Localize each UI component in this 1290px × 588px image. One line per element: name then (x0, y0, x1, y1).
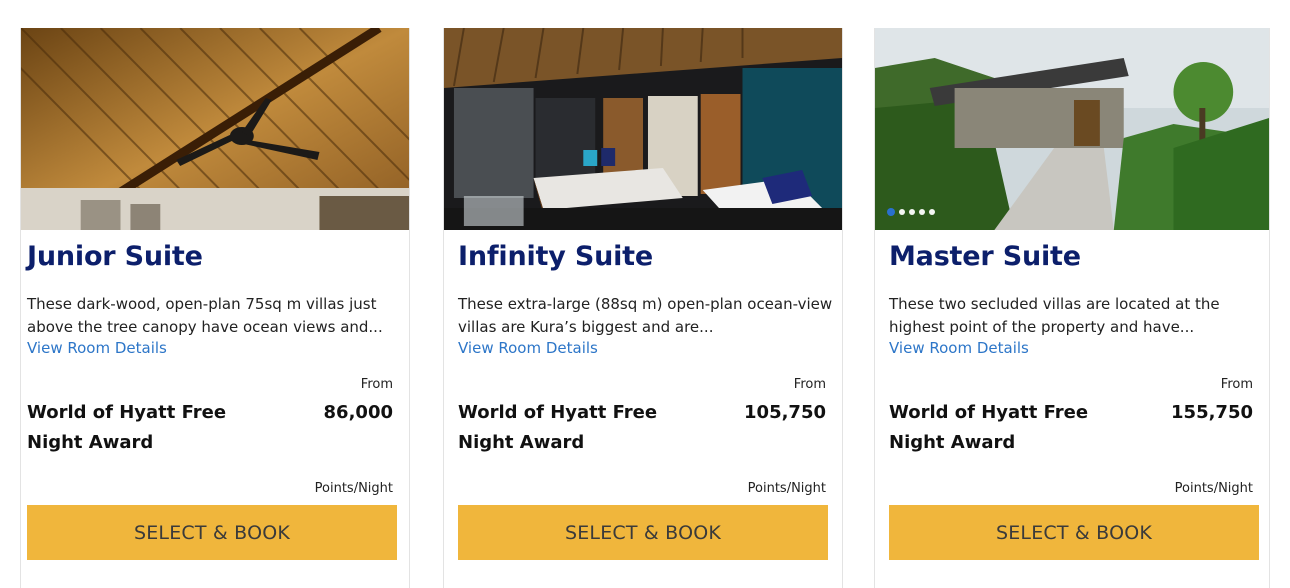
view-room-details-link[interactable]: View Room Details (889, 339, 1029, 357)
from-label: From (360, 377, 393, 392)
select-book-button[interactable]: SELECT & BOOK (889, 505, 1259, 560)
room-card-master-suite: Master Suite These two secluded villas a… (874, 28, 1270, 588)
bedroom-image (444, 28, 842, 230)
room-photo[interactable] (875, 28, 1269, 230)
bamboo-ceiling-image (21, 28, 409, 230)
room-title: Master Suite (889, 241, 1081, 272)
from-label: From (1220, 377, 1253, 392)
award-name: World of Hyatt Free Night Award (889, 402, 1089, 453)
room-photo[interactable] (444, 28, 842, 230)
points-unit: Points/Night (1174, 481, 1253, 496)
room-title: Junior Suite (27, 241, 203, 272)
view-room-details-link[interactable]: View Room Details (27, 339, 167, 357)
select-book-button[interactable]: SELECT & BOOK (27, 505, 397, 560)
award-name: World of Hyatt Free Night Award (458, 402, 658, 453)
room-description: These extra-large (88sq m) open-plan oce… (458, 295, 833, 336)
view-room-details-link[interactable]: View Room Details (458, 339, 598, 357)
room-card-junior-suite: Junior Suite These dark-wood, open-plan … (20, 28, 410, 588)
carousel-dots[interactable] (887, 208, 935, 216)
carousel-dot[interactable] (919, 209, 925, 215)
carousel-dot[interactable] (899, 209, 905, 215)
room-title: Infinity Suite (458, 241, 653, 272)
points-value: 86,000 (323, 402, 393, 423)
room-photo[interactable] (21, 28, 409, 230)
points-value: 155,750 (1171, 402, 1253, 423)
points-unit: Points/Night (747, 481, 826, 496)
carousel-dot[interactable] (909, 209, 915, 215)
room-card-infinity-suite: Infinity Suite These extra-large (88sq m… (443, 28, 843, 588)
room-description: These dark-wood, open-plan 75sq m villas… (27, 295, 383, 336)
points-value: 105,750 (744, 402, 826, 423)
select-book-button[interactable]: SELECT & BOOK (458, 505, 828, 560)
room-description: These two secluded villas are located at… (889, 295, 1220, 336)
carousel-dot[interactable] (887, 208, 895, 216)
points-unit: Points/Night (314, 481, 393, 496)
villa-exterior-image (875, 28, 1269, 230)
carousel-dot[interactable] (929, 209, 935, 215)
from-label: From (793, 377, 826, 392)
award-name: World of Hyatt Free Night Award (27, 402, 227, 453)
